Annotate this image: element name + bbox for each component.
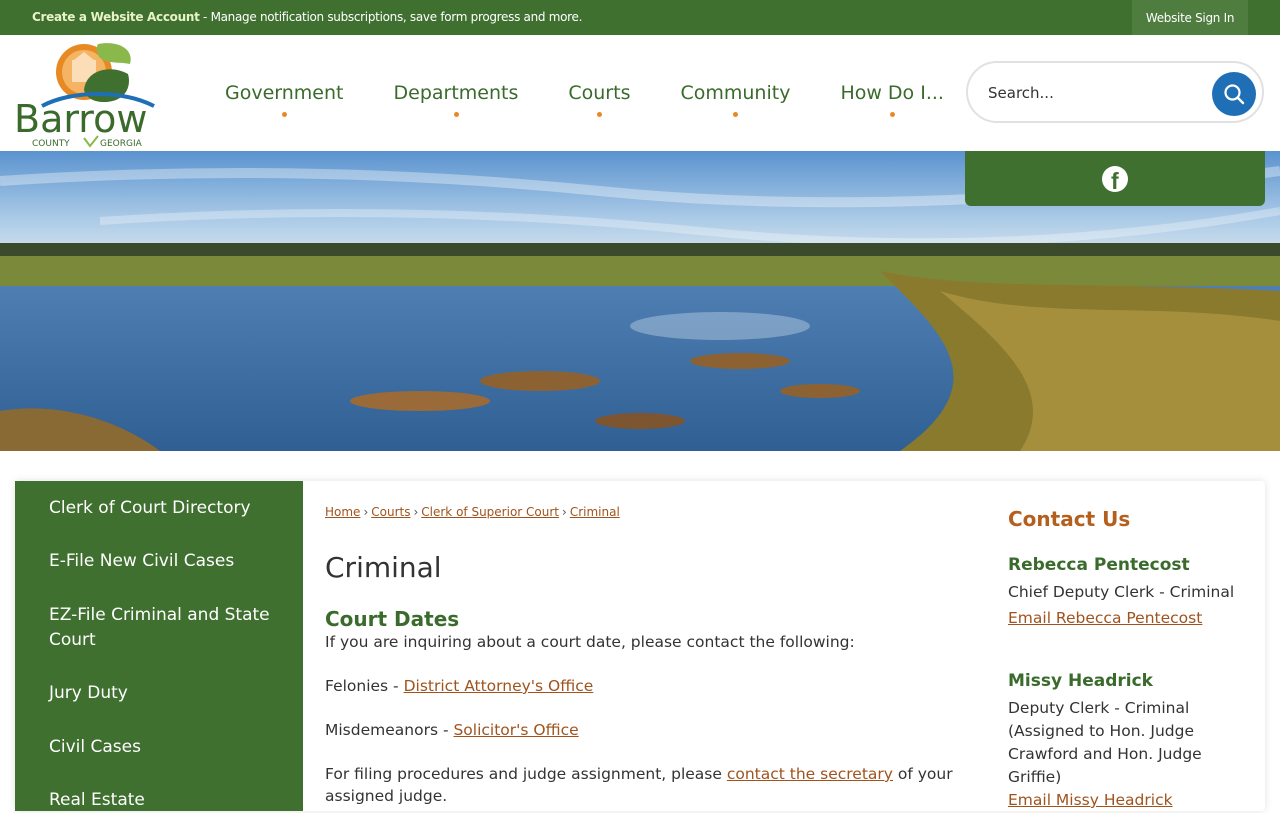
nav-label: Courts bbox=[568, 82, 631, 104]
sidebar-item-civil-cases[interactable]: Civil Cases bbox=[49, 735, 279, 760]
breadcrumb-separator: › bbox=[562, 505, 567, 519]
nav-indicator-dot bbox=[733, 112, 739, 117]
nav-courts[interactable]: Courts bbox=[543, 35, 655, 151]
main-nav: Government Departments Courts Community … bbox=[200, 35, 969, 151]
breadcrumb-home[interactable]: Home bbox=[325, 505, 360, 519]
logo-county: COUNTY bbox=[32, 139, 70, 148]
contact-secretary-link[interactable]: contact the secretary bbox=[727, 765, 893, 783]
section-heading: Court Dates bbox=[325, 607, 460, 631]
search-button[interactable] bbox=[1212, 72, 1256, 116]
felonies-line: Felonies - District Attorney's Office bbox=[325, 677, 593, 695]
sidebar-nav: Clerk of Court Directory E-File New Civi… bbox=[15, 481, 303, 811]
sign-in-button[interactable]: Website Sign In bbox=[1132, 0, 1248, 35]
nav-label: How Do I... bbox=[840, 82, 944, 104]
contact-role: Chief Deputy Clerk - Criminal bbox=[1008, 583, 1235, 601]
breadcrumb-clerk[interactable]: Clerk of Superior Court bbox=[421, 505, 559, 519]
nav-departments[interactable]: Departments bbox=[369, 35, 544, 151]
sidebar-item-jury-duty[interactable]: Jury Duty bbox=[49, 681, 279, 706]
nav-indicator-dot bbox=[282, 112, 288, 117]
contact-email-link[interactable]: Email Rebecca Pentecost bbox=[1008, 609, 1202, 627]
nav-indicator-dot bbox=[453, 112, 459, 117]
misdemeanors-label: Misdemeanors - bbox=[325, 721, 454, 739]
search-icon bbox=[1224, 84, 1245, 105]
nav-label: Community bbox=[680, 82, 791, 104]
filing-line: For filing procedures and judge assignme… bbox=[325, 765, 953, 783]
page-title: Criminal bbox=[325, 551, 442, 584]
district-attorney-link[interactable]: District Attorney's Office bbox=[404, 677, 594, 695]
site-header: Barrow COUNTY GEORGIA Government Departm… bbox=[0, 35, 1280, 151]
misdemeanors-line: Misdemeanors - Solicitor's Office bbox=[325, 721, 579, 739]
filing-text: For filing procedures and judge assignme… bbox=[325, 765, 727, 783]
nav-indicator-dot bbox=[890, 112, 896, 117]
felonies-label: Felonies - bbox=[325, 677, 404, 695]
contact-email-link[interactable]: Email Missy Headrick bbox=[1008, 791, 1173, 809]
contact-role: Deputy Clerk - Criminal (Assigned to Hon… bbox=[1008, 699, 1202, 786]
breadcrumb-criminal[interactable]: Criminal bbox=[570, 505, 620, 519]
barrow-county-logo[interactable]: Barrow COUNTY GEORGIA bbox=[12, 40, 182, 148]
nav-community[interactable]: Community bbox=[655, 35, 815, 151]
facebook-icon[interactable]: f bbox=[1102, 165, 1128, 194]
social-bar: f bbox=[965, 151, 1265, 206]
solicitor-link[interactable]: Solicitor's Office bbox=[453, 721, 578, 739]
logo-state: GEORGIA bbox=[100, 139, 143, 148]
intro-text: If you are inquiring about a court date,… bbox=[325, 633, 855, 651]
contact-name: Missy Headrick bbox=[1008, 671, 1153, 691]
logo-wordmark: Barrow bbox=[14, 97, 147, 141]
sidebar-item-clerk-directory[interactable]: Clerk of Court Directory bbox=[49, 496, 279, 521]
nav-government[interactable]: Government bbox=[200, 35, 369, 151]
breadcrumb: Home › Courts › Clerk of Superior Court › Crim… bbox=[325, 505, 620, 519]
account-message: Create a Website Account - Manage notifi… bbox=[32, 10, 582, 24]
create-account-link[interactable]: Create a Website Account bbox=[32, 10, 200, 24]
nav-label: Government bbox=[225, 82, 344, 104]
filing-text-end: of your bbox=[892, 765, 953, 783]
breadcrumb-separator: › bbox=[363, 505, 369, 519]
contact-heading: Contact Us bbox=[1008, 507, 1131, 531]
nav-how-do-i[interactable]: How Do I... bbox=[815, 35, 969, 151]
contact-name: Rebecca Pentecost bbox=[1008, 555, 1190, 575]
nav-label: Departments bbox=[393, 82, 519, 104]
breadcrumb-courts[interactable]: Courts bbox=[371, 505, 410, 519]
account-message-text: - Manage notification subscriptions, sav… bbox=[199, 10, 583, 24]
breadcrumb-separator: › bbox=[413, 505, 419, 519]
top-bar: Create a Website Account - Manage notifi… bbox=[0, 0, 1280, 35]
search-box bbox=[966, 61, 1264, 123]
search-input[interactable] bbox=[988, 79, 1198, 107]
nav-indicator-dot bbox=[597, 112, 603, 117]
content-area: Clerk of Court Directory E-File New Civi… bbox=[15, 481, 1265, 811]
sidebar-item-real-estate[interactable]: Real Estate bbox=[49, 788, 279, 813]
sidebar-item-efile-civil[interactable]: E-File New Civil Cases bbox=[49, 549, 279, 574]
sidebar-item-ezfile-criminal[interactable]: EZ-File Criminal and State Court bbox=[49, 603, 279, 653]
filing-line-cont: assigned judge. bbox=[325, 787, 448, 805]
